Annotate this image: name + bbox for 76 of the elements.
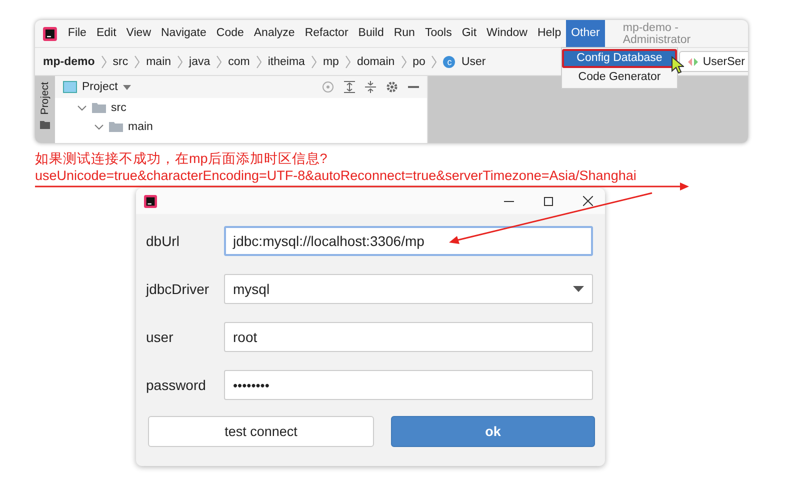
chevron-icon [177, 54, 184, 68]
chevron-icon [431, 54, 438, 68]
dropdown-item[interactable]: Code Generator [562, 68, 677, 87]
cursor-icon [671, 56, 684, 74]
expand-chevron-icon[interactable] [94, 122, 104, 132]
window-title: mp-demo - Administrator [622, 22, 692, 46]
field-value: jdbc:mysql://localhost:3306/mp [233, 233, 424, 249]
caret-icon [573, 286, 584, 292]
annotation-text: 如果测试连接不成功，在mp后面添加时区信息? [35, 150, 328, 167]
breadcrumb-item[interactable]: User [461, 56, 486, 68]
class-badge-icon: c [443, 56, 456, 68]
input-field[interactable]: root [224, 322, 593, 352]
test-connect-button[interactable]: test connect [148, 416, 374, 447]
breadcrumb-item[interactable]: src [112, 56, 128, 68]
dropdown-item[interactable]: Config Database [562, 49, 677, 68]
chevron-icon [310, 54, 317, 68]
menu-item[interactable]: Refactor [300, 20, 354, 47]
menu-item[interactable]: Navigate [156, 20, 212, 47]
app-logo-icon [144, 194, 157, 208]
breadcrumb-item[interactable]: java [189, 56, 210, 68]
breadcrumb-item[interactable]: domain [356, 56, 395, 68]
interface-icon [688, 56, 698, 66]
folder-icon [92, 102, 106, 113]
input-field[interactable]: •••••••• [224, 370, 593, 400]
chevron-icon [400, 54, 407, 68]
expand-all-icon[interactable] [344, 81, 355, 93]
field-value: root [233, 329, 258, 345]
field-value: •••••••• [233, 378, 270, 392]
breadcrumb-item[interactable]: mp-demo [43, 56, 95, 68]
ok-button[interactable]: ok [391, 416, 595, 447]
app-logo-icon [43, 26, 57, 40]
breadcrumb-item[interactable]: itheima [268, 56, 305, 68]
caret-icon[interactable] [122, 84, 131, 90]
chevron-icon [216, 54, 222, 68]
chevron-icon [134, 54, 140, 68]
breadcrumb-item[interactable]: po [412, 56, 426, 68]
settings-icon[interactable] [386, 81, 398, 93]
chevron-icon [344, 54, 351, 68]
menu-item[interactable]: Other [566, 20, 605, 47]
annotation-text: useUnicode=true&characterEncoding=UTF-8&autoReconnect=true&serverTimezone=Asia/Shanghai [35, 167, 638, 184]
menu-item[interactable]: Tools [420, 20, 457, 47]
menu-item[interactable]: Window [482, 20, 532, 47]
dropdown-field[interactable]: mysql [224, 274, 593, 304]
chevron-icon [256, 54, 262, 68]
menu-item[interactable]: Code [211, 20, 249, 47]
folder-icon [40, 120, 50, 129]
field-value: mysql [233, 281, 270, 297]
menu-item[interactable]: Git [456, 20, 482, 47]
maximize-icon[interactable] [544, 196, 553, 206]
menu-item[interactable]: File [62, 20, 92, 47]
field-label: jdbcDriver [146, 281, 210, 297]
breadcrumb-item[interactable]: mp [322, 56, 339, 68]
tree-item[interactable]: main [128, 120, 153, 132]
field-label: password [146, 377, 207, 393]
collapse-all-icon[interactable] [365, 81, 376, 93]
side-tab[interactable]: Project [39, 82, 51, 115]
field-label: dbUrl [146, 233, 180, 249]
window-icon [63, 81, 77, 93]
breadcrumb-item[interactable]: main [146, 56, 172, 68]
field-label: user [146, 329, 174, 345]
editor-tab[interactable]: UserSer [678, 51, 748, 72]
menu-item[interactable]: Edit [91, 20, 122, 47]
menu-item[interactable]: Build [353, 20, 389, 47]
input-field[interactable]: jdbc:mysql://localhost:3306/mp [224, 226, 593, 256]
expand-chevron-icon[interactable] [77, 102, 87, 112]
close-icon[interactable] [583, 196, 593, 206]
tree-item[interactable]: src [111, 102, 126, 114]
chevron-icon [100, 54, 107, 68]
minimize-icon[interactable] [504, 200, 514, 202]
breadcrumb-item[interactable]: com [228, 56, 250, 68]
menu-item[interactable]: Run [388, 20, 420, 47]
menu-item[interactable]: View [121, 20, 156, 47]
folder-icon [109, 121, 123, 132]
panel-title[interactable]: Project [82, 81, 118, 93]
menu-item[interactable]: Help [532, 20, 566, 47]
menu-item[interactable]: Analyze [248, 20, 300, 47]
